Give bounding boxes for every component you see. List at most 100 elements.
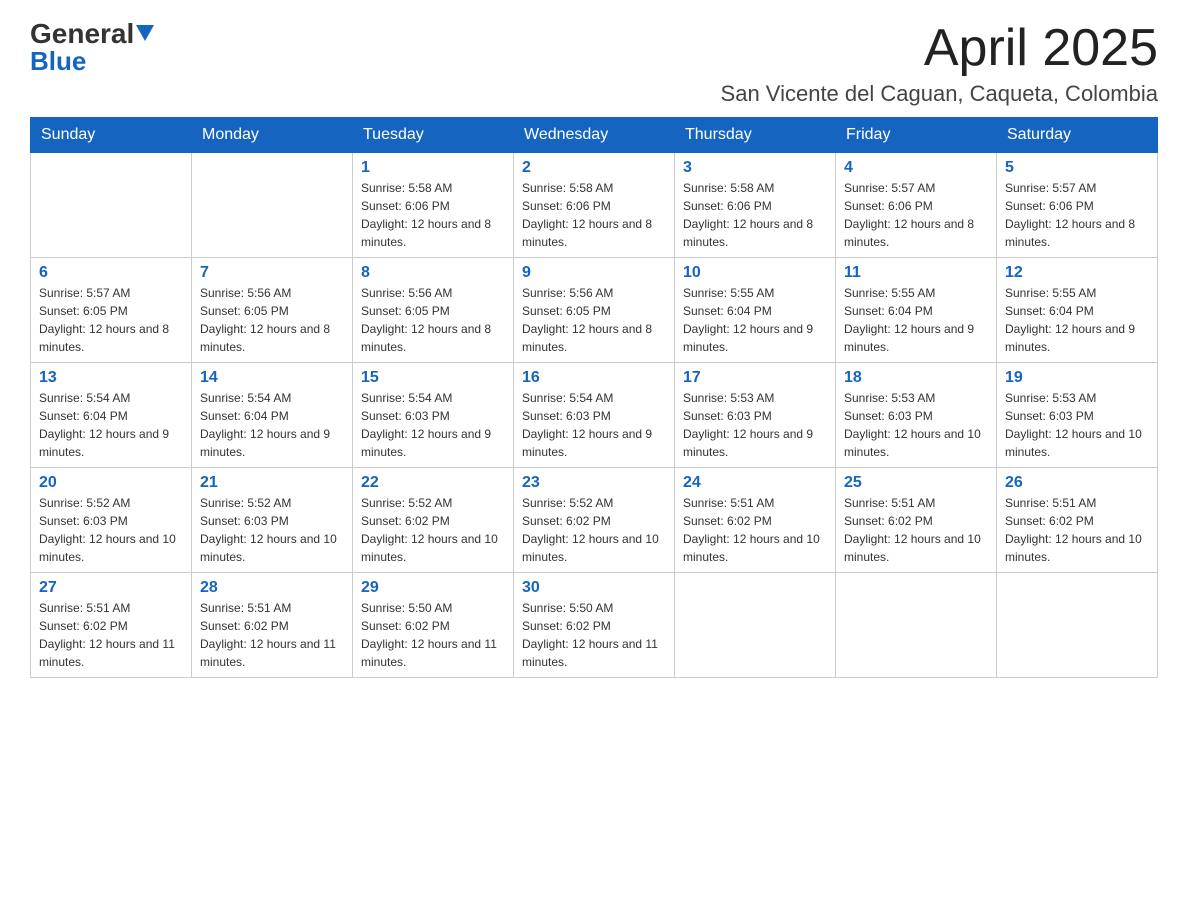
day-number: 9: [522, 264, 666, 282]
day-info: Sunrise: 5:52 AMSunset: 6:02 PMDaylight:…: [361, 494, 505, 566]
calendar-cell: 29 Sunrise: 5:50 AMSunset: 6:02 PMDayligh…: [353, 573, 514, 678]
logo: General Blue: [30, 20, 154, 74]
weekday-header-saturday: Saturday: [997, 118, 1158, 153]
month-title: April 2025: [721, 20, 1158, 77]
day-info: Sunrise: 5:51 AMSunset: 6:02 PMDaylight:…: [200, 599, 344, 671]
calendar-cell: 5Sunrise: 5:57 AMSunset: 6:06 PMDaylight…: [997, 153, 1158, 258]
day-number: 11: [844, 264, 988, 282]
day-number: 2: [522, 159, 666, 177]
calendar-cell: [997, 573, 1158, 678]
calendar-week-row: 1 Sunrise: 5:58 AMSunset: 6:06 PMDaylight…: [31, 153, 1158, 258]
calendar-cell: 21 Sunrise: 5:52 AMSunset: 6:03 PMDayligh…: [192, 468, 353, 573]
day-info: Sunrise: 5:53 AMSunset: 6:03 PMDaylight:…: [1005, 389, 1149, 461]
day-info: Sunrise: 5:52 AMSunset: 6:03 PMDaylight:…: [39, 494, 183, 566]
day-info: Sunrise: 5:53 AMSunset: 6:03 PMDaylight:…: [683, 389, 827, 461]
calendar-cell: [675, 573, 836, 678]
day-number: 14: [200, 369, 344, 387]
calendar-cell: 17 Sunrise: 5:53 AMSunset: 6:03 PMDayligh…: [675, 363, 836, 468]
day-info: Sunrise: 5:58 AMSunset: 6:06 PMDaylight:…: [522, 179, 666, 251]
calendar-cell: 9Sunrise: 5:56 AMSunset: 6:05 PMDaylight…: [514, 258, 675, 363]
calendar-cell: 19Sunrise: 5:53 AMSunset: 6:03 PMDayligh…: [997, 363, 1158, 468]
calendar-cell: 8Sunrise: 5:56 AMSunset: 6:05 PMDaylight…: [353, 258, 514, 363]
calendar-cell: 27 Sunrise: 5:51 AMSunset: 6:02 PMDayligh…: [31, 573, 192, 678]
calendar-cell: 12 Sunrise: 5:55 AMSunset: 6:04 PMDayligh…: [997, 258, 1158, 363]
day-number: 1: [361, 159, 505, 177]
day-info: Sunrise: 5:57 AMSunset: 6:06 PMDaylight:…: [1005, 179, 1149, 251]
calendar-cell: 7 Sunrise: 5:56 AMSunset: 6:05 PMDaylight…: [192, 258, 353, 363]
day-number: 8: [361, 264, 505, 282]
day-number: 26: [1005, 474, 1149, 492]
weekday-header-monday: Monday: [192, 118, 353, 153]
day-number: 16: [522, 369, 666, 387]
day-number: 18: [844, 369, 988, 387]
calendar-week-row: 13 Sunrise: 5:54 AMSunset: 6:04 PMDayligh…: [31, 363, 1158, 468]
day-number: 21: [200, 474, 344, 492]
day-info: Sunrise: 5:51 AMSunset: 6:02 PMDaylight:…: [844, 494, 988, 566]
day-info: Sunrise: 5:51 AMSunset: 6:02 PMDaylight:…: [683, 494, 827, 566]
calendar-cell: 1Sunrise: 5:58 AMSunset: 6:06 PMDaylight…: [353, 153, 514, 258]
weekday-header-sunday: Sunday: [31, 118, 192, 153]
calendar-cell: 16 Sunrise: 5:54 AMSunset: 6:03 PMDayligh…: [514, 363, 675, 468]
day-number: 25: [844, 474, 988, 492]
page-header: General Blue April 2025 San Vicente del …: [30, 20, 1158, 107]
day-number: 22: [361, 474, 505, 492]
day-number: 13: [39, 369, 183, 387]
day-number: 10: [683, 264, 827, 282]
day-info: Sunrise: 5:50 AMSunset: 6:02 PMDaylight:…: [361, 599, 505, 671]
day-info: Sunrise: 5:54 AMSunset: 6:04 PMDaylight:…: [39, 389, 183, 461]
calendar-cell: [31, 153, 192, 258]
day-info: Sunrise: 5:55 AMSunset: 6:04 PMDaylight:…: [683, 284, 827, 356]
day-info: Sunrise: 5:52 AMSunset: 6:03 PMDaylight:…: [200, 494, 344, 566]
day-info: Sunrise: 5:57 AMSunset: 6:06 PMDaylight:…: [844, 179, 988, 251]
day-number: 15: [361, 369, 505, 387]
day-number: 29: [361, 579, 505, 597]
day-number: 23: [522, 474, 666, 492]
day-info: Sunrise: 5:54 AMSunset: 6:04 PMDaylight:…: [200, 389, 344, 461]
calendar-cell: 25 Sunrise: 5:51 AMSunset: 6:02 PMDayligh…: [836, 468, 997, 573]
location-title: San Vicente del Caguan, Caqueta, Colombi…: [721, 81, 1158, 107]
day-info: Sunrise: 5:52 AMSunset: 6:02 PMDaylight:…: [522, 494, 666, 566]
weekday-header-friday: Friday: [836, 118, 997, 153]
calendar-cell: 20Sunrise: 5:52 AMSunset: 6:03 PMDayligh…: [31, 468, 192, 573]
day-number: 17: [683, 369, 827, 387]
calendar-cell: [836, 573, 997, 678]
day-info: Sunrise: 5:55 AMSunset: 6:04 PMDaylight:…: [1005, 284, 1149, 356]
day-info: Sunrise: 5:54 AMSunset: 6:03 PMDaylight:…: [522, 389, 666, 461]
weekday-header-tuesday: Tuesday: [353, 118, 514, 153]
calendar-cell: 23 Sunrise: 5:52 AMSunset: 6:02 PMDayligh…: [514, 468, 675, 573]
calendar-cell: 14 Sunrise: 5:54 AMSunset: 6:04 PMDayligh…: [192, 363, 353, 468]
calendar-cell: 28 Sunrise: 5:51 AMSunset: 6:02 PMDayligh…: [192, 573, 353, 678]
calendar-week-row: 20Sunrise: 5:52 AMSunset: 6:03 PMDayligh…: [31, 468, 1158, 573]
calendar-cell: 10 Sunrise: 5:55 AMSunset: 6:04 PMDayligh…: [675, 258, 836, 363]
calendar-table: SundayMondayTuesdayWednesdayThursdayFrid…: [30, 117, 1158, 678]
day-number: 3: [683, 159, 827, 177]
day-number: 7: [200, 264, 344, 282]
calendar-week-row: 6Sunrise: 5:57 AMSunset: 6:05 PMDaylight…: [31, 258, 1158, 363]
day-number: 4: [844, 159, 988, 177]
day-info: Sunrise: 5:53 AMSunset: 6:03 PMDaylight:…: [844, 389, 988, 461]
calendar-cell: 26 Sunrise: 5:51 AMSunset: 6:02 PMDayligh…: [997, 468, 1158, 573]
calendar-cell: 13 Sunrise: 5:54 AMSunset: 6:04 PMDayligh…: [31, 363, 192, 468]
day-info: Sunrise: 5:51 AMSunset: 6:02 PMDaylight:…: [39, 599, 183, 671]
weekday-header-wednesday: Wednesday: [514, 118, 675, 153]
logo-general-text: General: [30, 20, 134, 48]
day-info: Sunrise: 5:51 AMSunset: 6:02 PMDaylight:…: [1005, 494, 1149, 566]
day-info: Sunrise: 5:58 AMSunset: 6:06 PMDaylight:…: [683, 179, 827, 251]
day-number: 30: [522, 579, 666, 597]
calendar-cell: 22 Sunrise: 5:52 AMSunset: 6:02 PMDayligh…: [353, 468, 514, 573]
calendar-cell: 30 Sunrise: 5:50 AMSunset: 6:02 PMDayligh…: [514, 573, 675, 678]
logo-blue-text: Blue: [30, 48, 86, 74]
day-number: 12: [1005, 264, 1149, 282]
calendar-cell: 4 Sunrise: 5:57 AMSunset: 6:06 PMDaylight…: [836, 153, 997, 258]
day-number: 24: [683, 474, 827, 492]
calendar-cell: 15Sunrise: 5:54 AMSunset: 6:03 PMDayligh…: [353, 363, 514, 468]
calendar-cell: 3 Sunrise: 5:58 AMSunset: 6:06 PMDaylight…: [675, 153, 836, 258]
day-number: 27: [39, 579, 183, 597]
title-area: April 2025 San Vicente del Caguan, Caque…: [721, 20, 1158, 107]
day-info: Sunrise: 5:55 AMSunset: 6:04 PMDaylight:…: [844, 284, 988, 356]
day-info: Sunrise: 5:56 AMSunset: 6:05 PMDaylight:…: [200, 284, 344, 356]
calendar-cell: 2 Sunrise: 5:58 AMSunset: 6:06 PMDaylight…: [514, 153, 675, 258]
weekday-header-thursday: Thursday: [675, 118, 836, 153]
day-number: 28: [200, 579, 344, 597]
day-info: Sunrise: 5:50 AMSunset: 6:02 PMDaylight:…: [522, 599, 666, 671]
